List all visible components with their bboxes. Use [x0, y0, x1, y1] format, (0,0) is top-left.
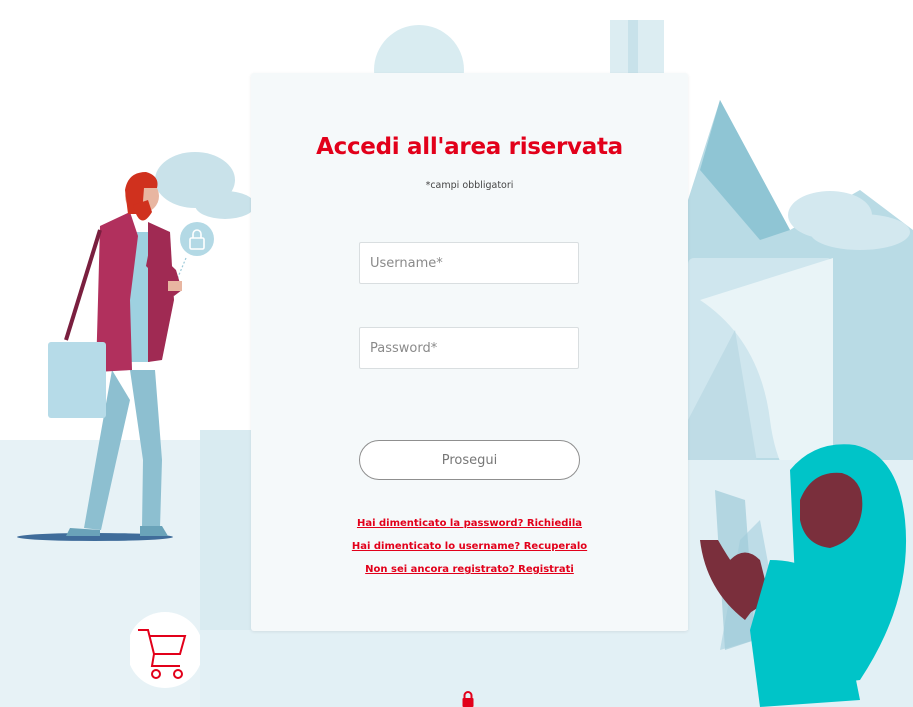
register-link[interactable]: Non sei ancora registrato? Registrati [251, 564, 688, 587]
page-title: Accedi all'area riservata [316, 134, 623, 160]
username-input[interactable] [359, 242, 579, 284]
password-input[interactable] [359, 327, 579, 369]
forgot-password-link[interactable]: Hai dimenticato la password? Richiedila [251, 518, 688, 541]
login-card: Accedi all'area riservata *campi obbliga… [251, 73, 688, 631]
forgot-username-link[interactable]: Hai dimenticato lo username? Recuperalo [251, 541, 688, 564]
required-fields-note: *campi obbligatori [425, 180, 514, 191]
submit-button[interactable]: Prosegui [359, 440, 580, 480]
help-links: Hai dimenticato la password? Richiedila … [251, 518, 688, 587]
